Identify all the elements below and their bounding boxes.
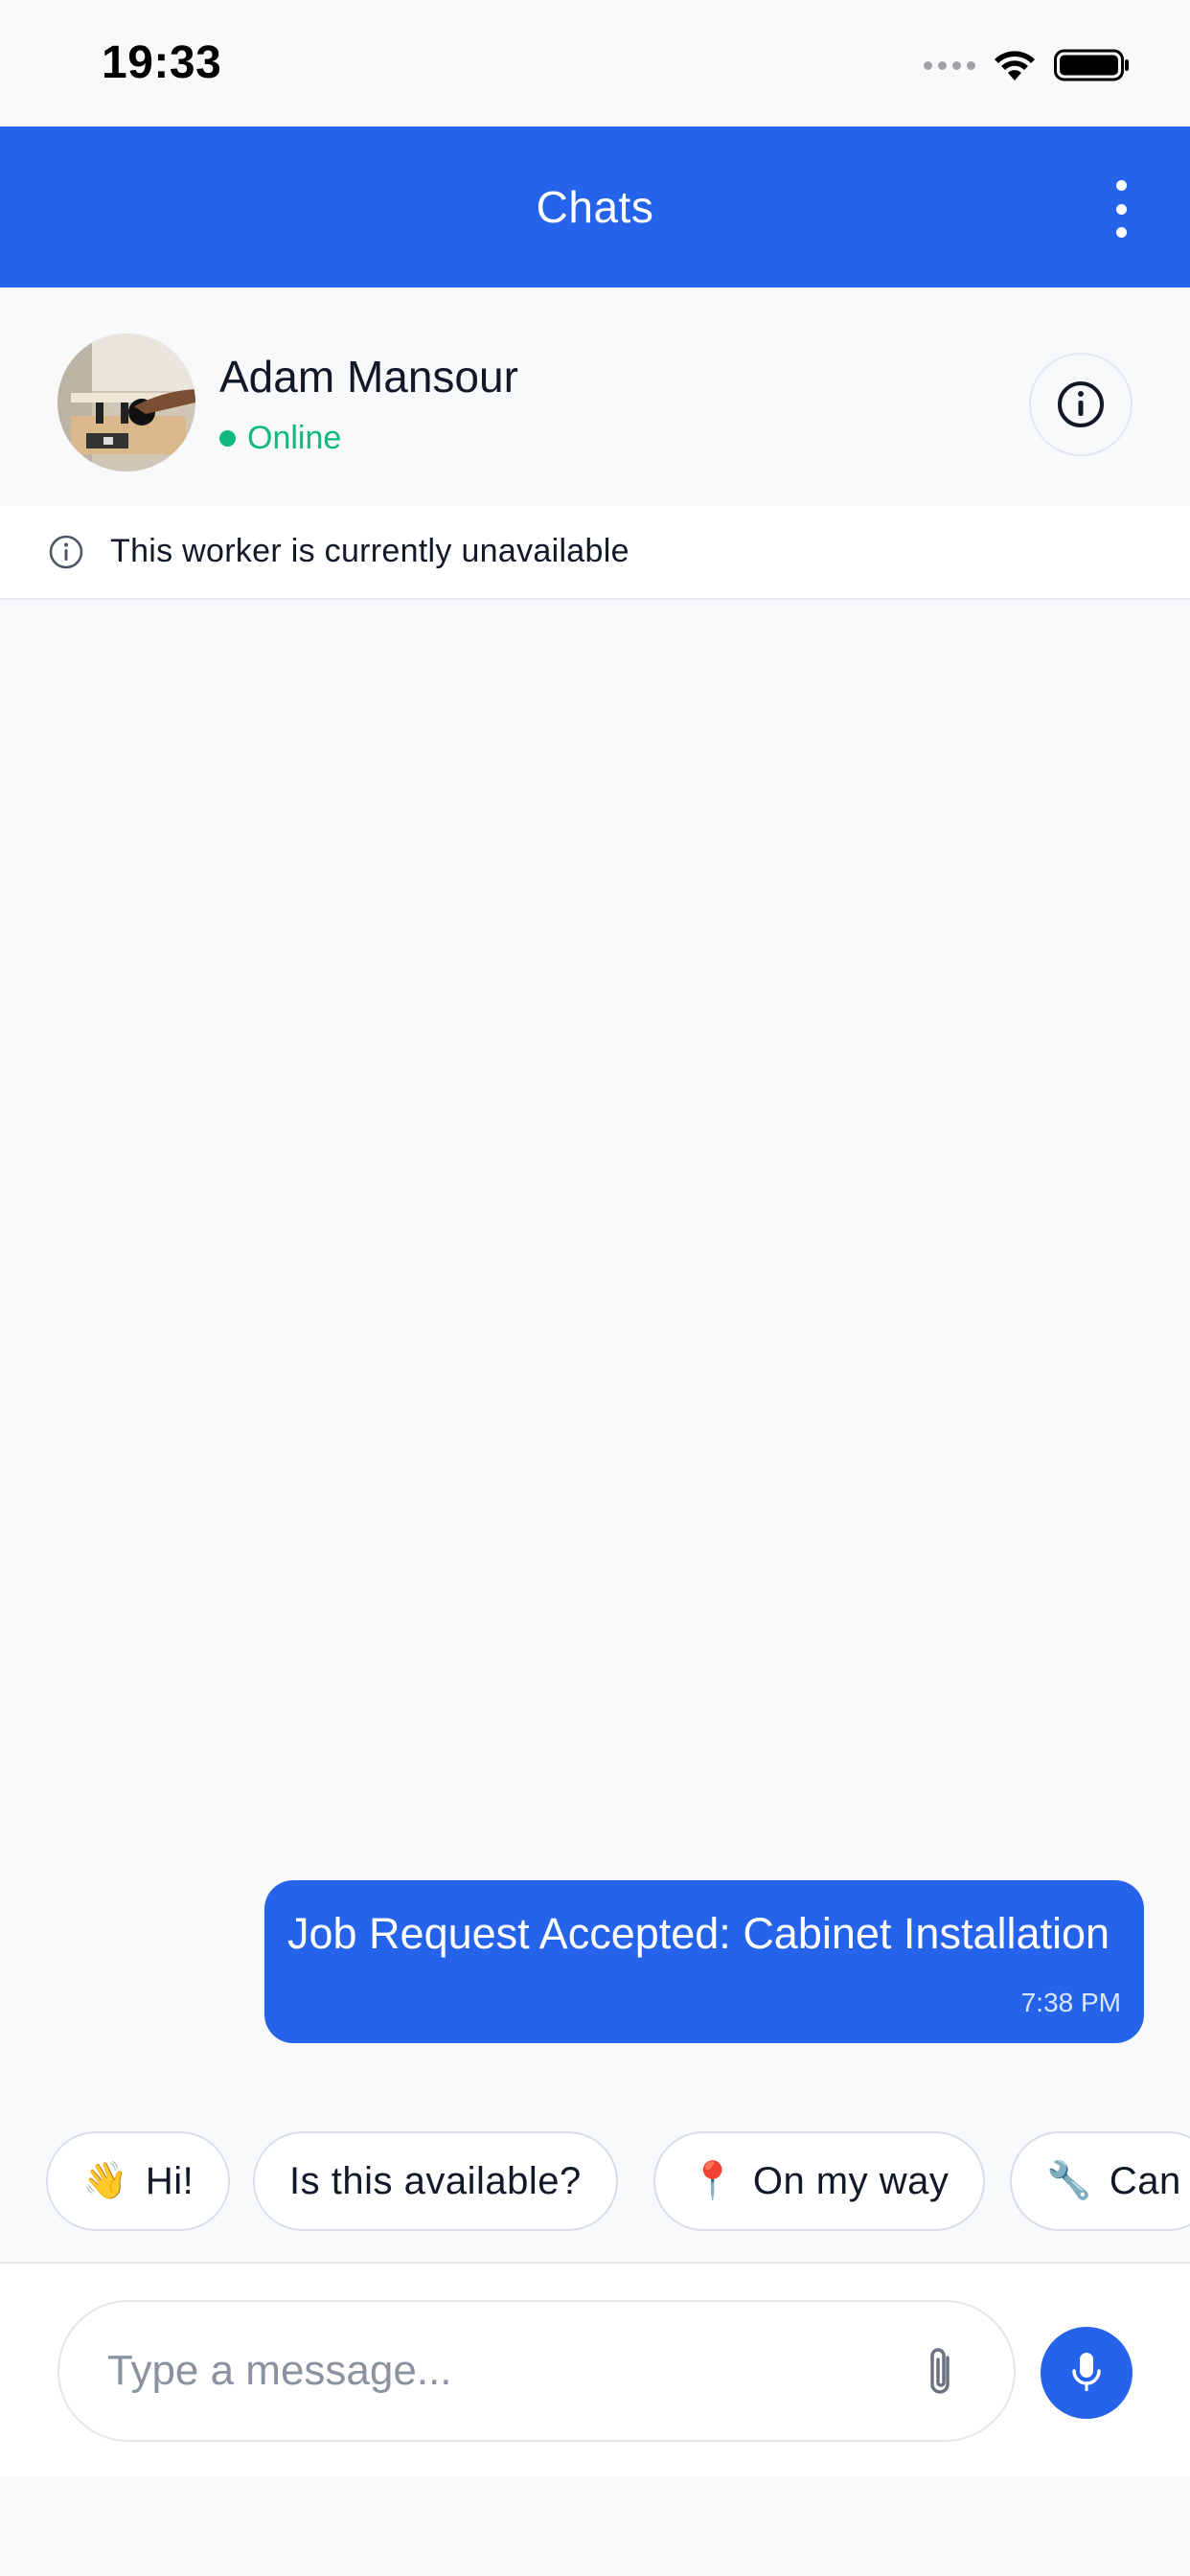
pin-icon: 📍	[690, 2161, 736, 2201]
page-title: Chats	[536, 182, 654, 232]
more-vertical-icon[interactable]	[1111, 180, 1131, 238]
status-icons	[924, 42, 1131, 88]
status-time: 19:33	[102, 37, 222, 88]
wifi-icon	[995, 51, 1035, 80]
status-bar: 19:33	[0, 0, 1190, 126]
quick-reply-label: Can	[1109, 2159, 1181, 2202]
battery-icon	[1054, 49, 1129, 81]
info-circle-icon	[49, 535, 83, 569]
quick-reply-on-my-way[interactable]: 📍 On my way	[653, 2131, 986, 2231]
quick-replies: 👋 Hi! Is this available? 📍 On my way 🔧 C…	[0, 2131, 1190, 2231]
avatar[interactable]	[57, 334, 195, 472]
contact-name: Adam Mansour	[219, 352, 518, 402]
contact-bar: Adam Mansour Online	[0, 288, 1190, 506]
waving-hand-icon: 👋	[82, 2161, 128, 2201]
message-composer	[0, 2262, 1190, 2476]
message-bubble-sent[interactable]: Job Request Accepted: Cabinet Installati…	[264, 1880, 1144, 2043]
quick-reply-hi[interactable]: 👋 Hi!	[46, 2131, 231, 2231]
quick-reply-label: On my way	[752, 2159, 950, 2202]
online-status-label: Online	[247, 420, 342, 456]
message-text: Job Request Accepted: Cabinet Installati…	[287, 1909, 1110, 1958]
contact-info-button[interactable]	[1029, 353, 1133, 456]
info-icon	[1058, 381, 1104, 427]
quick-reply-label: Hi!	[145, 2159, 195, 2202]
message-timestamp: 7:38 PM	[1020, 1988, 1121, 2017]
online-dot	[219, 430, 236, 447]
message-input-wrapper	[57, 2300, 1016, 2442]
message-input[interactable]	[107, 2302, 903, 2440]
paperclip-icon[interactable]	[918, 2344, 964, 2402]
notice-text: This worker is currently unavailable	[110, 533, 629, 569]
quick-reply-label: Is this available?	[289, 2159, 582, 2202]
microphone-icon	[1072, 2353, 1101, 2391]
unavailable-notice: This worker is currently unavailable	[0, 506, 1190, 600]
online-status: Online	[219, 420, 341, 457]
quick-reply-available[interactable]: Is this available?	[253, 2131, 618, 2231]
app-header: Chats	[0, 126, 1190, 288]
message-list[interactable]: Job Request Accepted: Cabinet Installati…	[0, 600, 1190, 2128]
microphone-button[interactable]	[1041, 2327, 1133, 2419]
cellular-signal-icon	[924, 60, 975, 70]
quick-reply-can[interactable]: 🔧 Can	[1010, 2131, 1190, 2231]
wrench-icon: 🔧	[1046, 2161, 1092, 2201]
